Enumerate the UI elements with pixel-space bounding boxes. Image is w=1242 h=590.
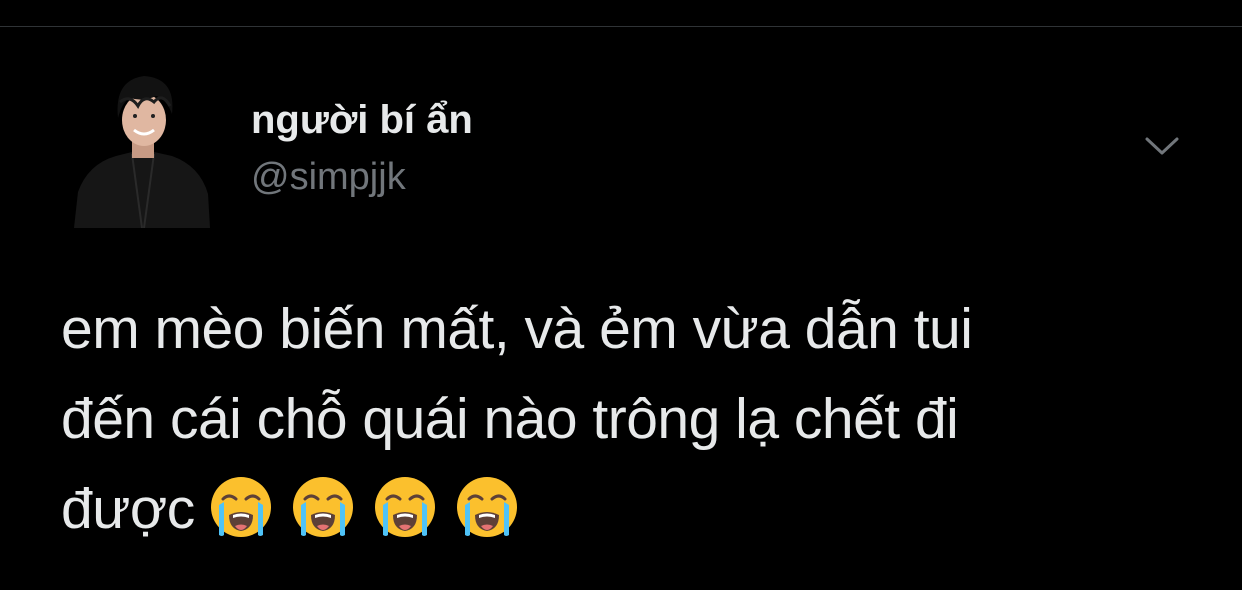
tweet-text-line: được	[61, 477, 195, 541]
avatar-image	[74, 72, 210, 228]
loudly-crying-face-icon	[210, 476, 271, 537]
author-block: người bí ẩn @simpjjk	[251, 96, 473, 200]
author-display-name[interactable]: người bí ẩn	[251, 96, 473, 144]
loudly-crying-face-icon	[456, 476, 517, 537]
loudly-crying-face-icon	[292, 476, 353, 537]
loudly-crying-face-icon	[374, 476, 435, 537]
tweet-text-line: em mèo biến mất, và ẻm vừa dẫn tui	[61, 297, 973, 361]
author-handle[interactable]: @simpjjk	[251, 154, 473, 200]
avatar[interactable]	[74, 72, 210, 228]
more-options-button[interactable]	[1138, 122, 1186, 170]
tweet-text-line-last: được	[61, 464, 1181, 554]
tweet-text-line: đến cái chỗ quái nào trông lạ chết đi	[61, 387, 959, 451]
tweet-card: người bí ẩn @simpjjk em mèo biến mất, và…	[0, 0, 1242, 590]
tweet-text: em mèo biến mất, và ẻm vừa dẫn tui đến c…	[61, 284, 1181, 554]
emoji-row	[209, 475, 519, 539]
chevron-down-icon	[1145, 137, 1179, 155]
